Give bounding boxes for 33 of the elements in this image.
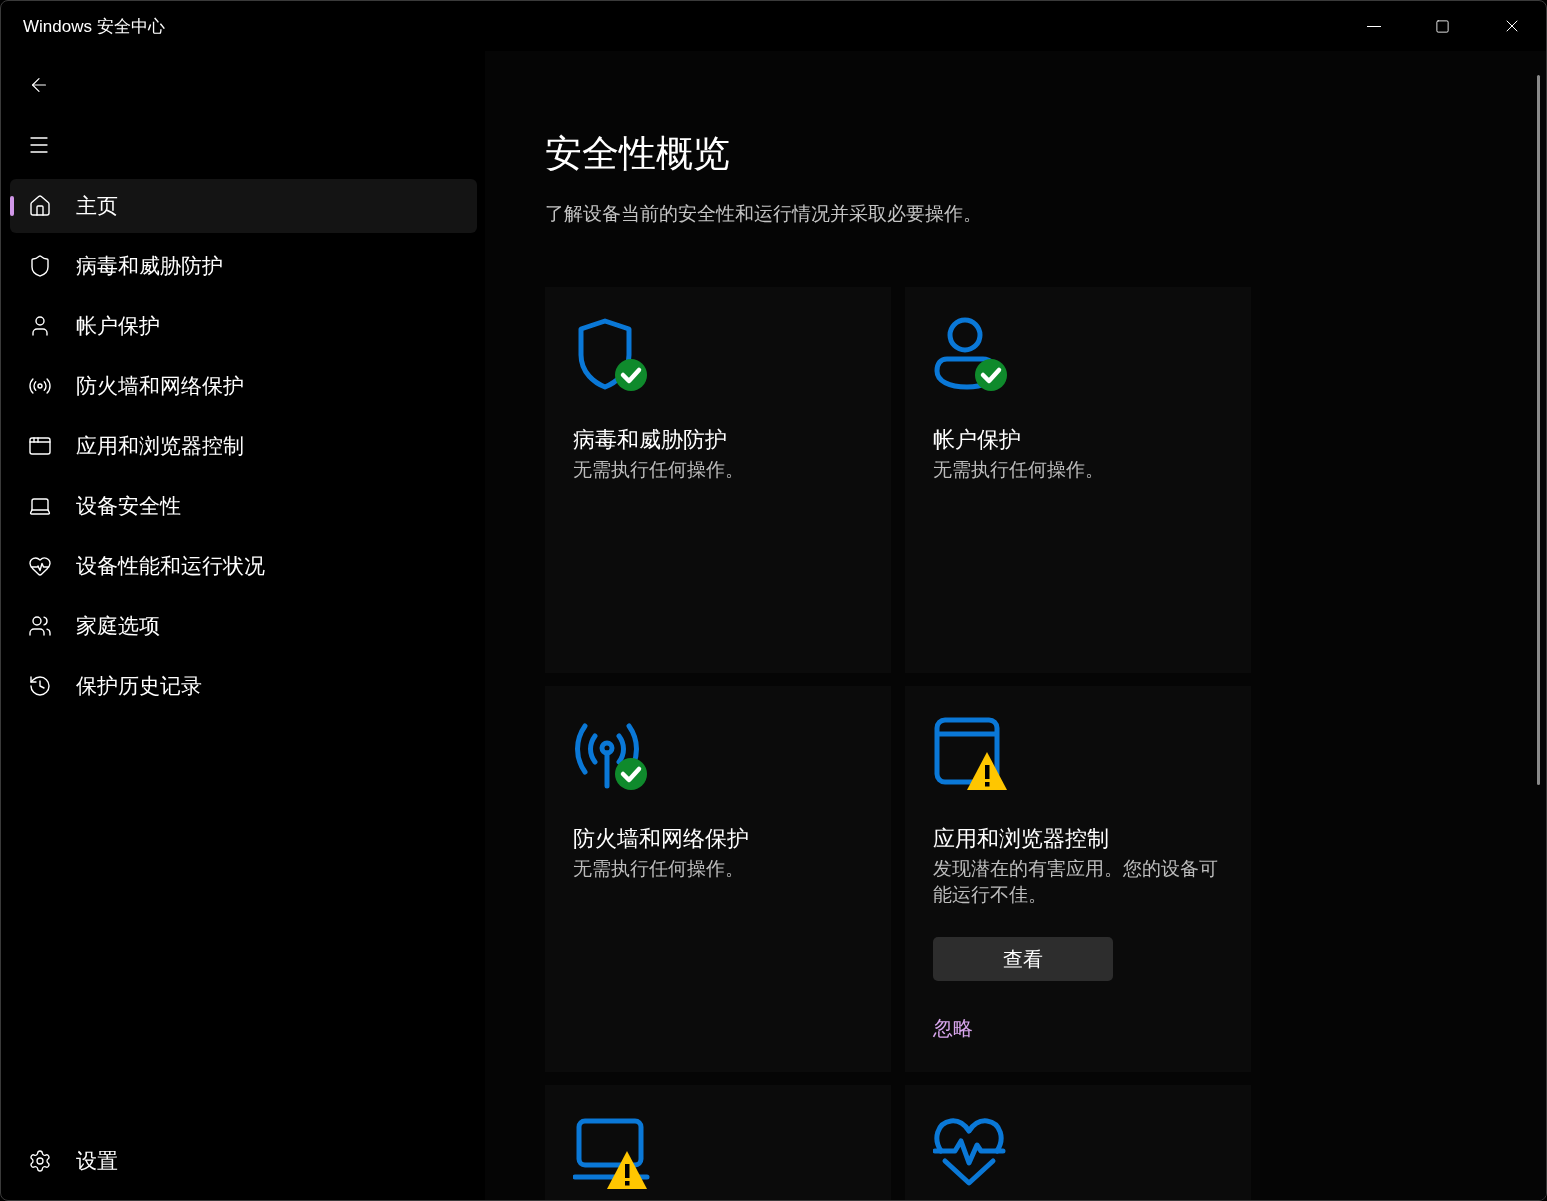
card-title: 防火墙和网络保护 — [573, 825, 750, 853]
maximize-icon — [1435, 18, 1450, 34]
home-icon — [28, 194, 52, 218]
card-description: 无需执行任何操作。 — [573, 857, 745, 881]
settings-item[interactable]: 设置 — [10, 1134, 477, 1188]
shield-icon — [28, 254, 52, 278]
scrollbar[interactable] — [1537, 75, 1540, 785]
card-title: 帐户保护 — [933, 426, 1022, 454]
sidebar-item[interactable]: 主页 — [10, 179, 477, 233]
sidebar-item[interactable]: 设备安全性 — [10, 479, 477, 533]
sidebar-item[interactable]: 应用和浏览器控制 — [10, 419, 477, 473]
sidebar-item[interactable]: 帐户保护 — [10, 299, 477, 353]
card-description: 无需执行任何操作。 — [573, 458, 745, 482]
card-description: 发现潜在的有害应用。您的设备可能运行不佳。 — [933, 857, 1219, 907]
heart-pulse-icon — [28, 554, 52, 578]
history-icon — [28, 674, 52, 698]
sidebar-item[interactable]: 防火墙和网络保护 — [10, 359, 477, 413]
page-title: 安全性概览 — [545, 132, 731, 176]
minimize-icon — [1366, 25, 1381, 27]
sidebar-item[interactable]: 病毒和威胁防护 — [10, 239, 477, 293]
window-icon — [28, 434, 52, 458]
window-title: Windows 安全中心 — [23, 15, 166, 38]
dismiss-link[interactable]: 忽略 — [933, 1015, 973, 1042]
card-title: 应用和浏览器控制 — [933, 825, 1110, 853]
card-title: 病毒和威胁防护 — [573, 426, 728, 454]
sidebar-item[interactable]: 保护历史记录 — [10, 659, 477, 713]
people-icon — [28, 614, 52, 638]
card-description: 无需执行任何操作。 — [933, 458, 1105, 482]
settings-icon — [28, 1149, 52, 1173]
sidebar-item[interactable]: 家庭选项 — [10, 599, 477, 653]
view-button[interactable]: 查看 — [933, 937, 1113, 981]
page-subtitle: 了解设备当前的安全性和运行情况并采取必要操作。 — [545, 202, 983, 226]
sidebar-item[interactable]: 设备性能和运行状况 — [10, 539, 477, 593]
